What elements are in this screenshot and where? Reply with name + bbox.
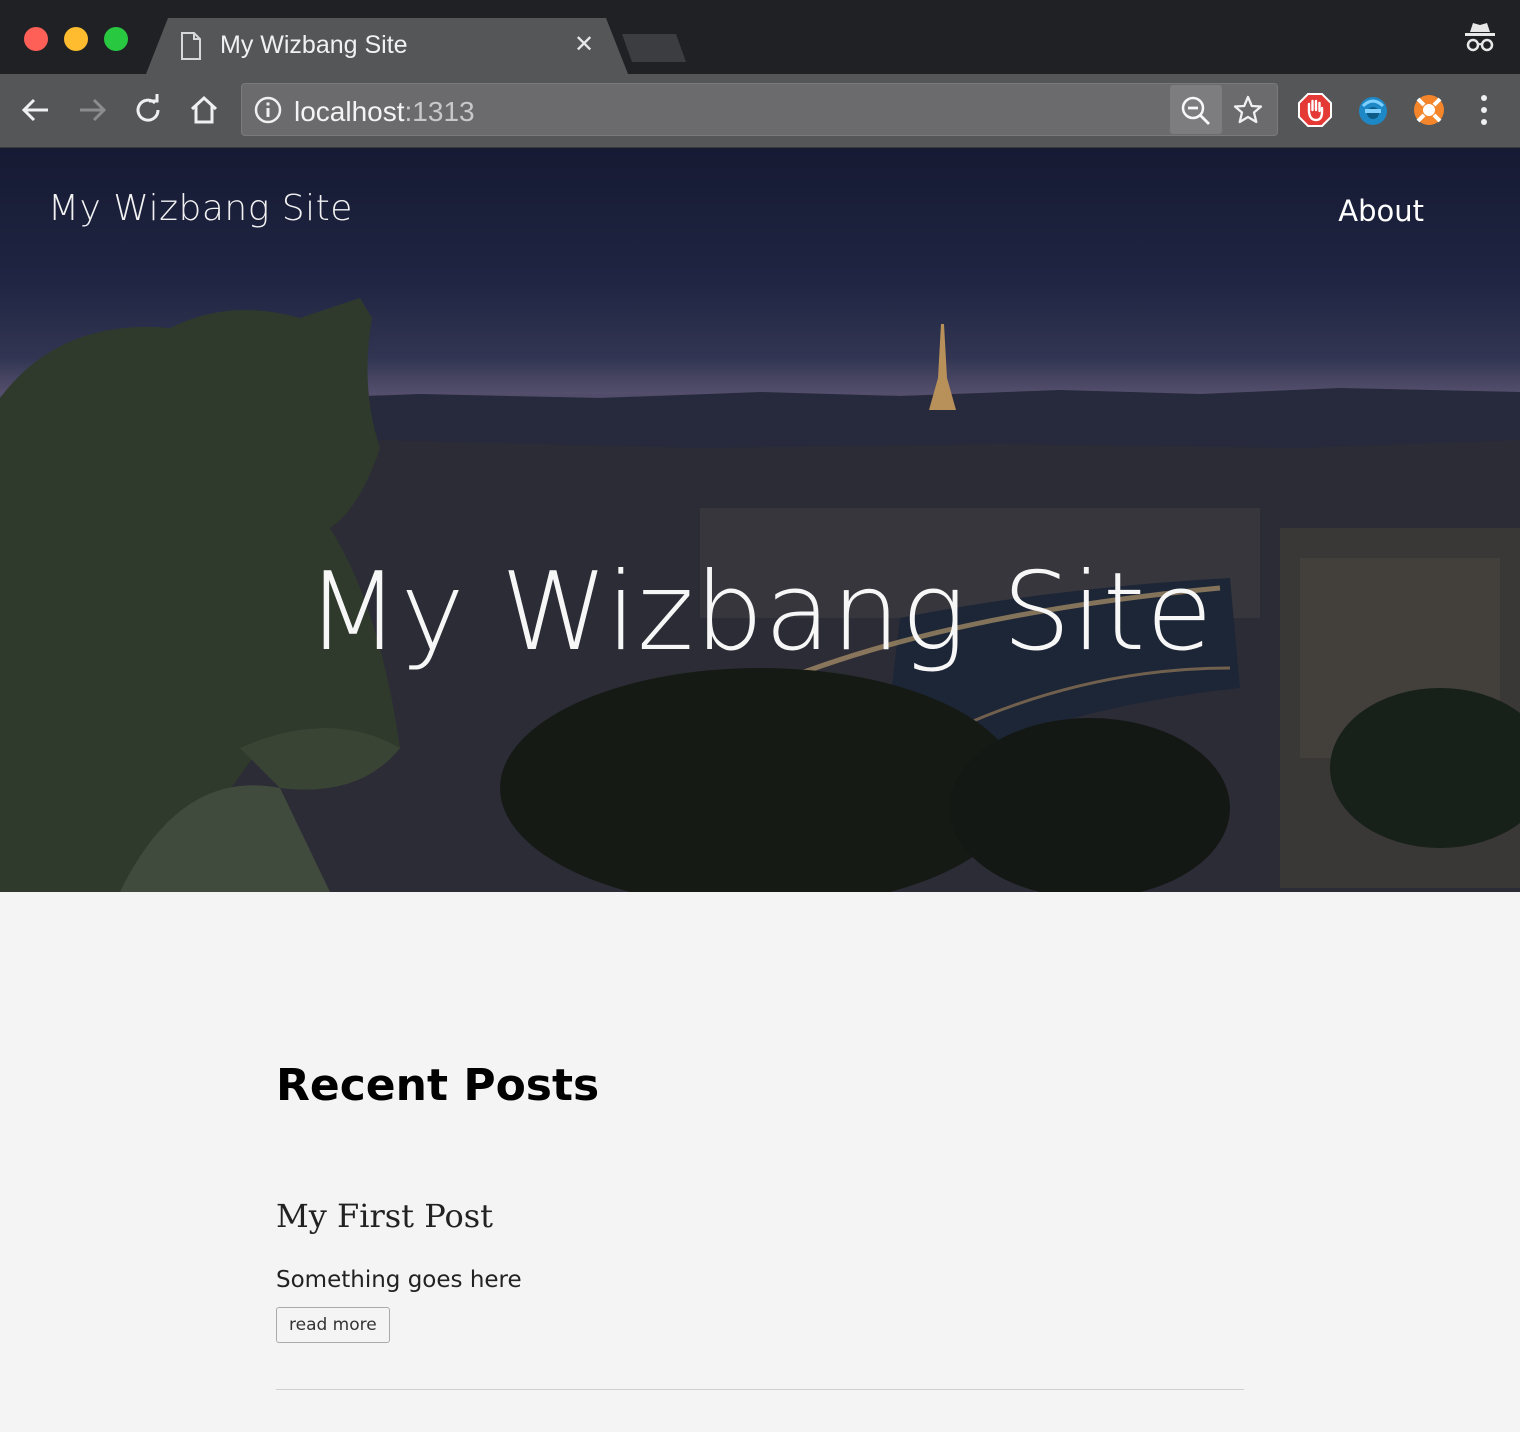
bookmark-star-icon[interactable] (1232, 94, 1264, 130)
reload-icon[interactable] (132, 94, 164, 130)
url-host: localhost (294, 96, 405, 127)
maximize-window-button[interactable] (104, 27, 128, 51)
address-bar[interactable]: localhost:1313 (241, 83, 1278, 136)
close-window-button[interactable] (24, 27, 48, 51)
incognito-icon (1464, 20, 1496, 58)
post-item: My First Post Something goes here read m… (276, 1197, 1244, 1390)
post-divider (276, 1389, 1244, 1390)
browser-toolbar: localhost:1313 (0, 74, 1520, 148)
document-icon (180, 32, 202, 64)
close-tab-icon[interactable]: ✕ (574, 30, 594, 58)
hero-background-image (0, 298, 1520, 892)
section-heading: Recent Posts (276, 1060, 600, 1111)
new-tab-button[interactable] (622, 34, 686, 62)
browser-window: My Wizbang Site ✕ localhost:1313 My Wizb… (0, 0, 1520, 1432)
main-content: Recent Posts My First Post Something goe… (276, 1060, 1244, 1390)
tab-title: My Wizbang Site (220, 31, 408, 59)
nav-link-about[interactable]: About (1338, 194, 1424, 228)
hero-title: My Wizbang Site (306, 550, 1214, 675)
post-summary: Something goes here (276, 1267, 522, 1293)
adblock-extension-icon[interactable] (1297, 92, 1333, 132)
browser-tab-active[interactable]: My Wizbang Site ✕ (146, 18, 628, 74)
back-arrow-icon[interactable] (20, 94, 52, 130)
post-title-link[interactable]: My First Post (276, 1197, 1244, 1235)
privacy-extension-icon[interactable] (1355, 92, 1391, 132)
url-port: :1313 (404, 96, 475, 127)
read-more-button[interactable]: read more (276, 1307, 390, 1343)
title-bar: My Wizbang Site ✕ (0, 0, 1520, 74)
zoom-out-icon (1181, 96, 1210, 125)
hero-banner: My Wizbang Site About My Wizbang Site (0, 148, 1520, 892)
minimize-window-button[interactable] (64, 27, 88, 51)
info-icon[interactable] (254, 96, 282, 128)
forward-arrow-icon[interactable] (76, 94, 108, 130)
zoom-out-button[interactable] (1170, 85, 1222, 134)
home-icon[interactable] (188, 94, 220, 130)
site-brand[interactable]: My Wizbang Site (48, 188, 353, 229)
url-text: localhost:1313 (294, 96, 475, 128)
browser-menu-icon[interactable] (1476, 94, 1492, 130)
lifebuoy-extension-icon[interactable] (1411, 92, 1447, 132)
